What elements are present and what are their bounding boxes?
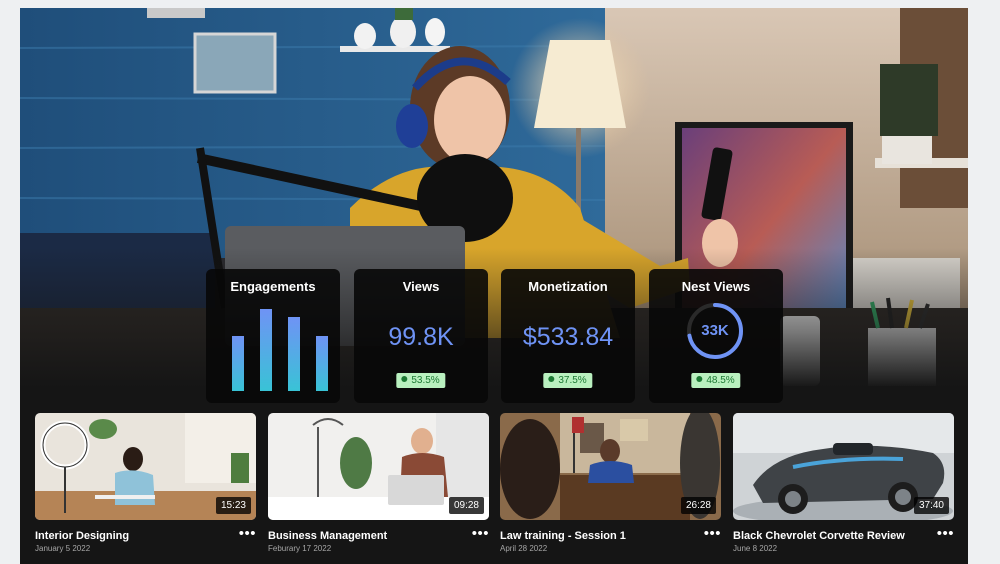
hero-banner <box>20 8 968 388</box>
engagement-bar <box>260 309 272 391</box>
video-thumbnail[interactable]: 15:23 <box>35 413 256 520</box>
dashboard-frame: Engagements Views 99.8K 53.5% Monetizati… <box>20 8 968 564</box>
stat-value: 33K <box>701 322 729 339</box>
engagement-bar <box>288 317 300 391</box>
change-value: 53.5% <box>411 375 440 386</box>
video-title[interactable]: Law training - Session 1 <box>500 530 626 542</box>
change-value: 48.5% <box>706 375 735 386</box>
video-title[interactable]: Black Chevrolet Corvette Review <box>733 530 905 542</box>
engagement-bar <box>316 336 328 391</box>
stat-card-nest-views[interactable]: Nest Views 33K 48.5% <box>649 269 783 403</box>
video-duration: 26:28 <box>680 497 716 514</box>
info-icon <box>401 376 408 382</box>
stat-value: 99.8K <box>388 323 454 351</box>
hero-gradient <box>20 248 968 388</box>
video-date: April 28 2022 <box>500 544 548 553</box>
video-duration: 09:28 <box>448 497 484 514</box>
stat-title: Monetization <box>528 279 608 294</box>
stat-card-engagements[interactable]: Engagements <box>206 269 340 403</box>
stat-value: $533.84 <box>522 323 614 351</box>
engagement-bar-chart <box>232 309 328 391</box>
more-options-icon[interactable]: ••• <box>472 525 489 542</box>
change-badge: 48.5% <box>691 373 741 388</box>
video-duration: 37:40 <box>913 497 949 514</box>
video-date: January 5 2022 <box>35 544 91 553</box>
stat-card-views[interactable]: Views 99.8K 53.5% <box>354 269 488 403</box>
video-date: June 8 2022 <box>733 544 778 553</box>
info-icon <box>548 376 555 382</box>
change-badge: 53.5% <box>396 373 446 388</box>
video-duration: 15:23 <box>215 497 251 514</box>
video-thumbnail[interactable]: 26:28 <box>500 413 721 520</box>
stat-card-monetization[interactable]: Monetization $533.84 37.5% <box>501 269 635 403</box>
info-icon <box>696 376 703 382</box>
more-options-icon[interactable]: ••• <box>704 525 721 542</box>
video-thumbnail[interactable]: 37:40 <box>733 413 954 520</box>
more-options-icon[interactable]: ••• <box>937 525 954 542</box>
engagement-bar <box>232 336 244 391</box>
change-badge: 37.5% <box>543 373 593 388</box>
video-title[interactable]: Business Management <box>268 530 387 542</box>
video-thumbnail[interactable]: 09:28 <box>268 413 489 520</box>
video-title[interactable]: Interior Designing <box>35 530 129 542</box>
stat-title: Views <box>402 279 440 294</box>
video-date: Feburary 17 2022 <box>268 544 332 553</box>
stat-title: Nest Views <box>681 279 751 294</box>
more-options-icon[interactable]: ••• <box>239 525 256 542</box>
change-value: 37.5% <box>558 375 587 386</box>
